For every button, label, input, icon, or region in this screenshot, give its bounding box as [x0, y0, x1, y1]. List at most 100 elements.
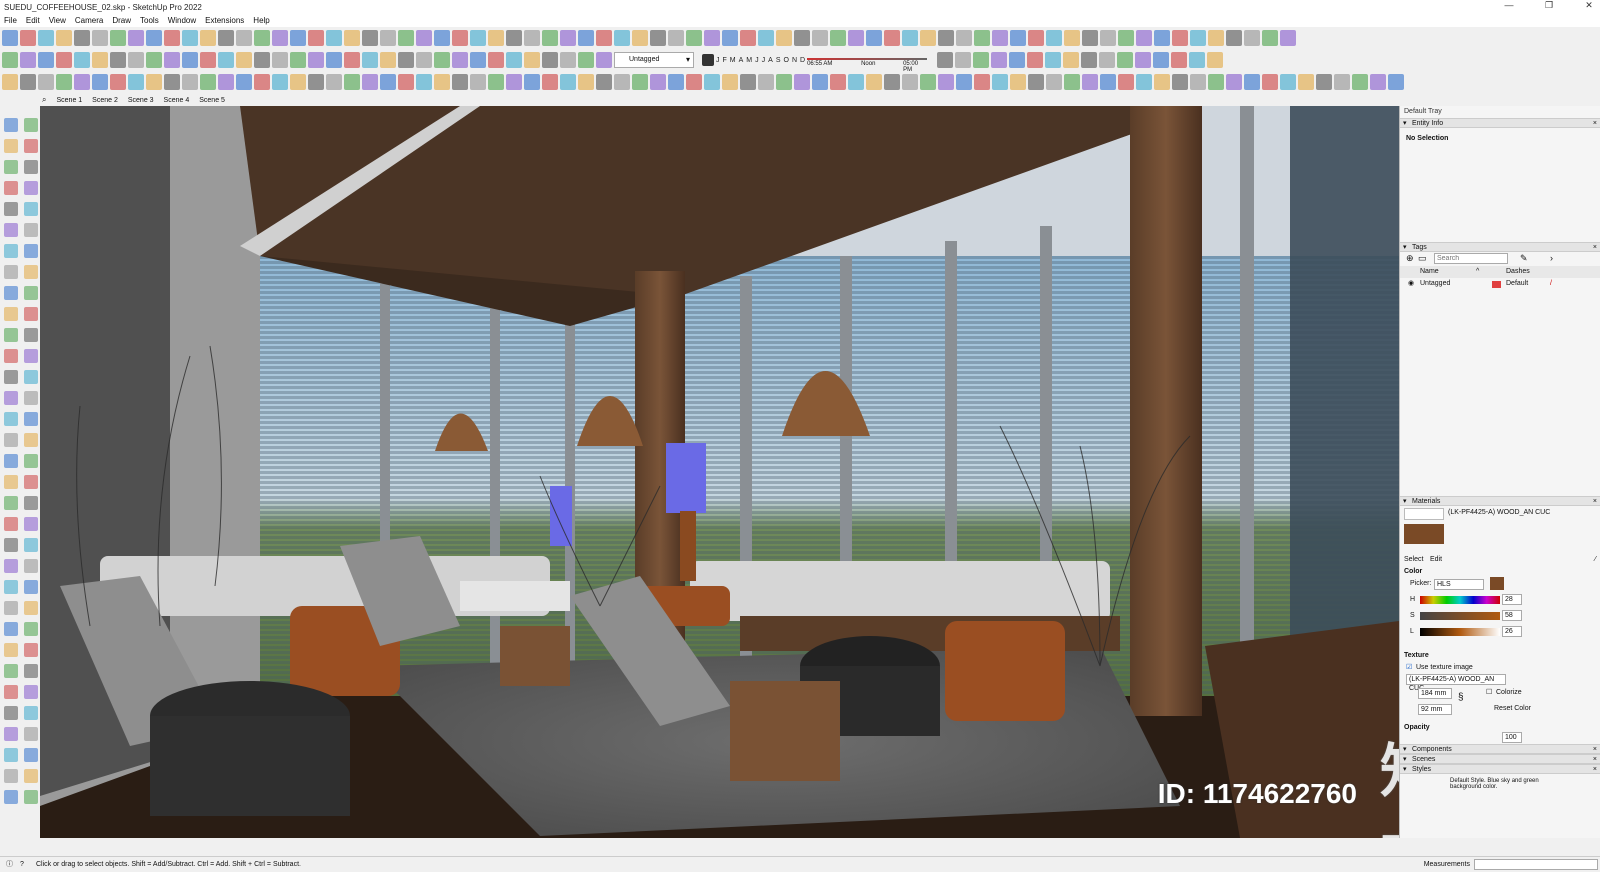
month-6[interactable]: J [755, 57, 759, 64]
palette-tool-icon[interactable] [4, 538, 18, 552]
toolbar-tool-icon[interactable] [380, 30, 396, 46]
toolbar-tool-icon[interactable] [776, 74, 792, 90]
toolbar-tool-icon[interactable] [884, 30, 900, 46]
palette-tool-icon[interactable] [24, 727, 38, 741]
toolbar-tool-icon[interactable] [740, 30, 756, 46]
toolbar-tool-icon[interactable] [1099, 52, 1116, 68]
toolbar-tool-icon[interactable] [974, 30, 990, 46]
toolbar-tool-icon[interactable] [937, 52, 954, 68]
maximize-button[interactable]: ❐ [1542, 0, 1556, 11]
toolbar-tool-icon[interactable] [722, 74, 738, 90]
toolbar-tool-icon[interactable] [326, 52, 342, 68]
toolbar-tool-icon[interactable] [1280, 30, 1296, 46]
toolbar-tool-icon[interactable] [488, 52, 504, 68]
toolbar-tool-icon[interactable] [938, 74, 954, 90]
close-icon[interactable]: × [1593, 745, 1597, 754]
toolbar-tool-icon[interactable] [542, 30, 558, 46]
toolbar-tool-icon[interactable] [794, 30, 810, 46]
toolbar-tool-icon[interactable] [650, 30, 666, 46]
toolbar-tool-icon[interactable] [416, 74, 432, 90]
l-input[interactable]: 26 [1502, 626, 1522, 637]
palette-tool-icon[interactable] [4, 559, 18, 573]
toolbar-tool-icon[interactable] [866, 30, 882, 46]
palette-tool-icon[interactable] [24, 307, 38, 321]
toolbar-tool-icon[interactable] [344, 52, 360, 68]
toolbar-tool-icon[interactable] [1208, 30, 1224, 46]
toolbar-tool-icon[interactable] [20, 74, 36, 90]
toolbar-tool-icon[interactable] [596, 30, 612, 46]
toolbar-tool-icon[interactable] [200, 74, 216, 90]
toolbar-tool-icon[interactable] [1316, 74, 1332, 90]
palette-tool-icon[interactable] [24, 265, 38, 279]
toolbar-tool-icon[interactable] [416, 30, 432, 46]
palette-tool-icon[interactable] [24, 160, 38, 174]
toolbar-tool-icon[interactable] [686, 30, 702, 46]
toolbar-tool-icon[interactable] [146, 74, 162, 90]
eye-icon[interactable]: ◉ [1408, 278, 1414, 290]
close-icon[interactable]: × [1593, 243, 1597, 252]
sort-icon[interactable]: ^ [1476, 266, 1479, 278]
s-input[interactable]: 58 [1502, 610, 1522, 621]
toolbar-tool-icon[interactable] [506, 52, 522, 68]
palette-tool-icon[interactable] [24, 580, 38, 594]
palette-tool-icon[interactable] [4, 328, 18, 342]
toolbar-tool-icon[interactable] [470, 52, 486, 68]
info-icon[interactable]: ⓘ [6, 857, 13, 872]
reset-color-button[interactable]: Reset Color [1494, 705, 1531, 712]
pencil-icon[interactable]: / [1550, 278, 1552, 290]
palette-tool-icon[interactable] [4, 475, 18, 489]
palette-tool-icon[interactable] [24, 475, 38, 489]
toolbar-tool-icon[interactable] [326, 30, 342, 46]
toolbar-tool-icon[interactable] [92, 52, 108, 68]
toolbar-tool-icon[interactable] [740, 74, 756, 90]
toolbar-tool-icon[interactable] [308, 52, 324, 68]
toolbar-tool-icon[interactable] [254, 74, 270, 90]
toolbar-tool-icon[interactable] [902, 30, 918, 46]
opacity-input[interactable]: 100 [1502, 732, 1522, 743]
palette-tool-icon[interactable] [24, 370, 38, 384]
toolbar-tool-icon[interactable] [452, 30, 468, 46]
palette-tool-icon[interactable] [24, 769, 38, 783]
toolbar-tool-icon[interactable] [794, 74, 810, 90]
toolbar-tool-icon[interactable] [56, 30, 72, 46]
toolbar-tool-icon[interactable] [812, 74, 828, 90]
toolbar-tool-icon[interactable] [218, 52, 234, 68]
toolbar-tool-icon[interactable] [776, 30, 792, 46]
toolbar-tool-icon[interactable] [524, 74, 540, 90]
palette-tool-icon[interactable] [24, 664, 38, 678]
toolbar-tool-icon[interactable] [1063, 52, 1080, 68]
month-1[interactable]: J [716, 57, 720, 64]
palette-tool-icon[interactable] [24, 223, 38, 237]
toolbar-tool-icon[interactable] [1154, 30, 1170, 46]
palette-tool-icon[interactable] [24, 433, 38, 447]
toolbar-tool-icon[interactable] [272, 52, 288, 68]
palette-tool-icon[interactable] [4, 349, 18, 363]
palette-tool-icon[interactable] [4, 706, 18, 720]
toolbar-tool-icon[interactable] [254, 30, 270, 46]
toolbar-tool-icon[interactable] [272, 74, 288, 90]
month-5[interactable]: M [746, 57, 752, 64]
toolbar-tool-icon[interactable] [956, 74, 972, 90]
toolbar-tool-icon[interactable] [1117, 52, 1134, 68]
tab-edit[interactable]: Edit [1430, 556, 1442, 563]
palette-tool-icon[interactable] [4, 244, 18, 258]
toolbar-tool-icon[interactable] [164, 74, 180, 90]
month-3[interactable]: M [730, 57, 736, 64]
toolbar-tool-icon[interactable] [1334, 74, 1350, 90]
toolbar-tool-icon[interactable] [1154, 74, 1170, 90]
toolbar-tool-icon[interactable] [1118, 30, 1134, 46]
toolbar-tool-icon[interactable] [956, 30, 972, 46]
toolbar-tool-icon[interactable] [38, 74, 54, 90]
palette-tool-icon[interactable] [4, 370, 18, 384]
palette-tool-icon[interactable] [24, 559, 38, 573]
palette-tool-icon[interactable] [4, 286, 18, 300]
menu-help[interactable]: Help [253, 16, 269, 25]
toolbar-tool-icon[interactable] [1190, 30, 1206, 46]
toolbar-tool-icon[interactable] [1135, 52, 1152, 68]
material-swatch[interactable] [1404, 524, 1444, 544]
toolbar-tool-icon[interactable] [2, 74, 18, 90]
toolbar-tool-icon[interactable] [1189, 52, 1206, 68]
palette-tool-icon[interactable] [4, 307, 18, 321]
toolbar-tool-icon[interactable] [200, 52, 216, 68]
tab-select[interactable]: Select [1404, 556, 1423, 563]
